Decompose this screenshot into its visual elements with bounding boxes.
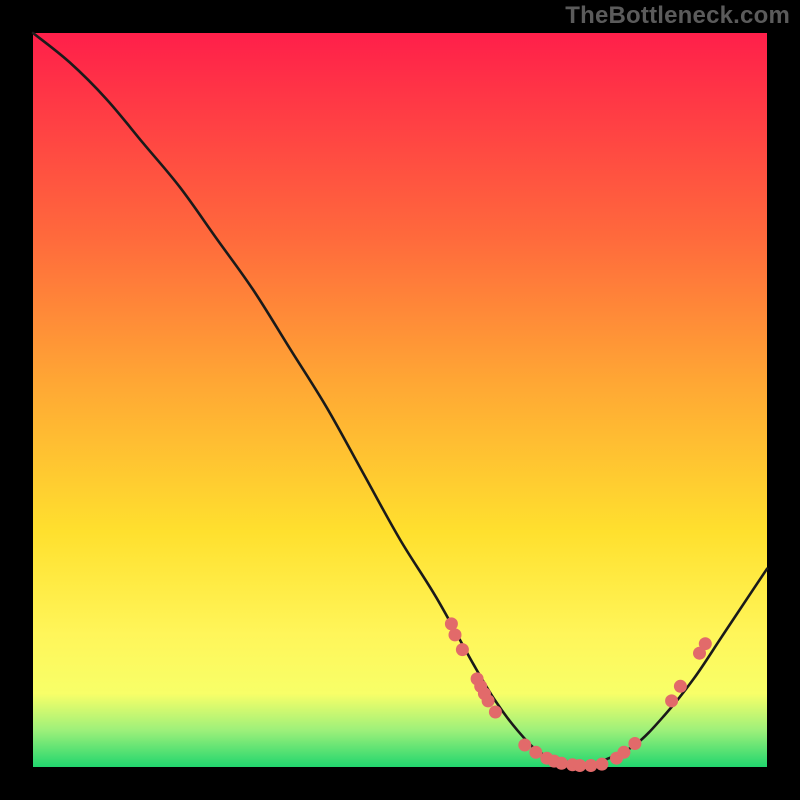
curve-marker: [699, 637, 712, 650]
curve-marker: [584, 759, 597, 772]
curve-marker: [456, 643, 469, 656]
curve-marker: [628, 737, 641, 750]
bottleneck-curve-svg: [33, 33, 767, 767]
plot-area: [33, 33, 767, 767]
curve-marker: [665, 694, 678, 707]
curve-marker: [529, 746, 542, 759]
curve-markers: [445, 617, 712, 772]
curve-marker: [617, 746, 630, 759]
chart-frame: TheBottleneck.com: [0, 0, 800, 800]
curve-marker: [449, 628, 462, 641]
watermark-text: TheBottleneck.com: [565, 2, 790, 30]
curve-marker: [595, 758, 608, 771]
bottleneck-curve-line: [33, 33, 767, 767]
curve-marker: [489, 706, 502, 719]
curve-marker: [674, 680, 687, 693]
curve-marker: [518, 739, 531, 752]
curve-marker: [482, 694, 495, 707]
curve-marker: [555, 757, 568, 770]
curve-marker: [445, 617, 458, 630]
